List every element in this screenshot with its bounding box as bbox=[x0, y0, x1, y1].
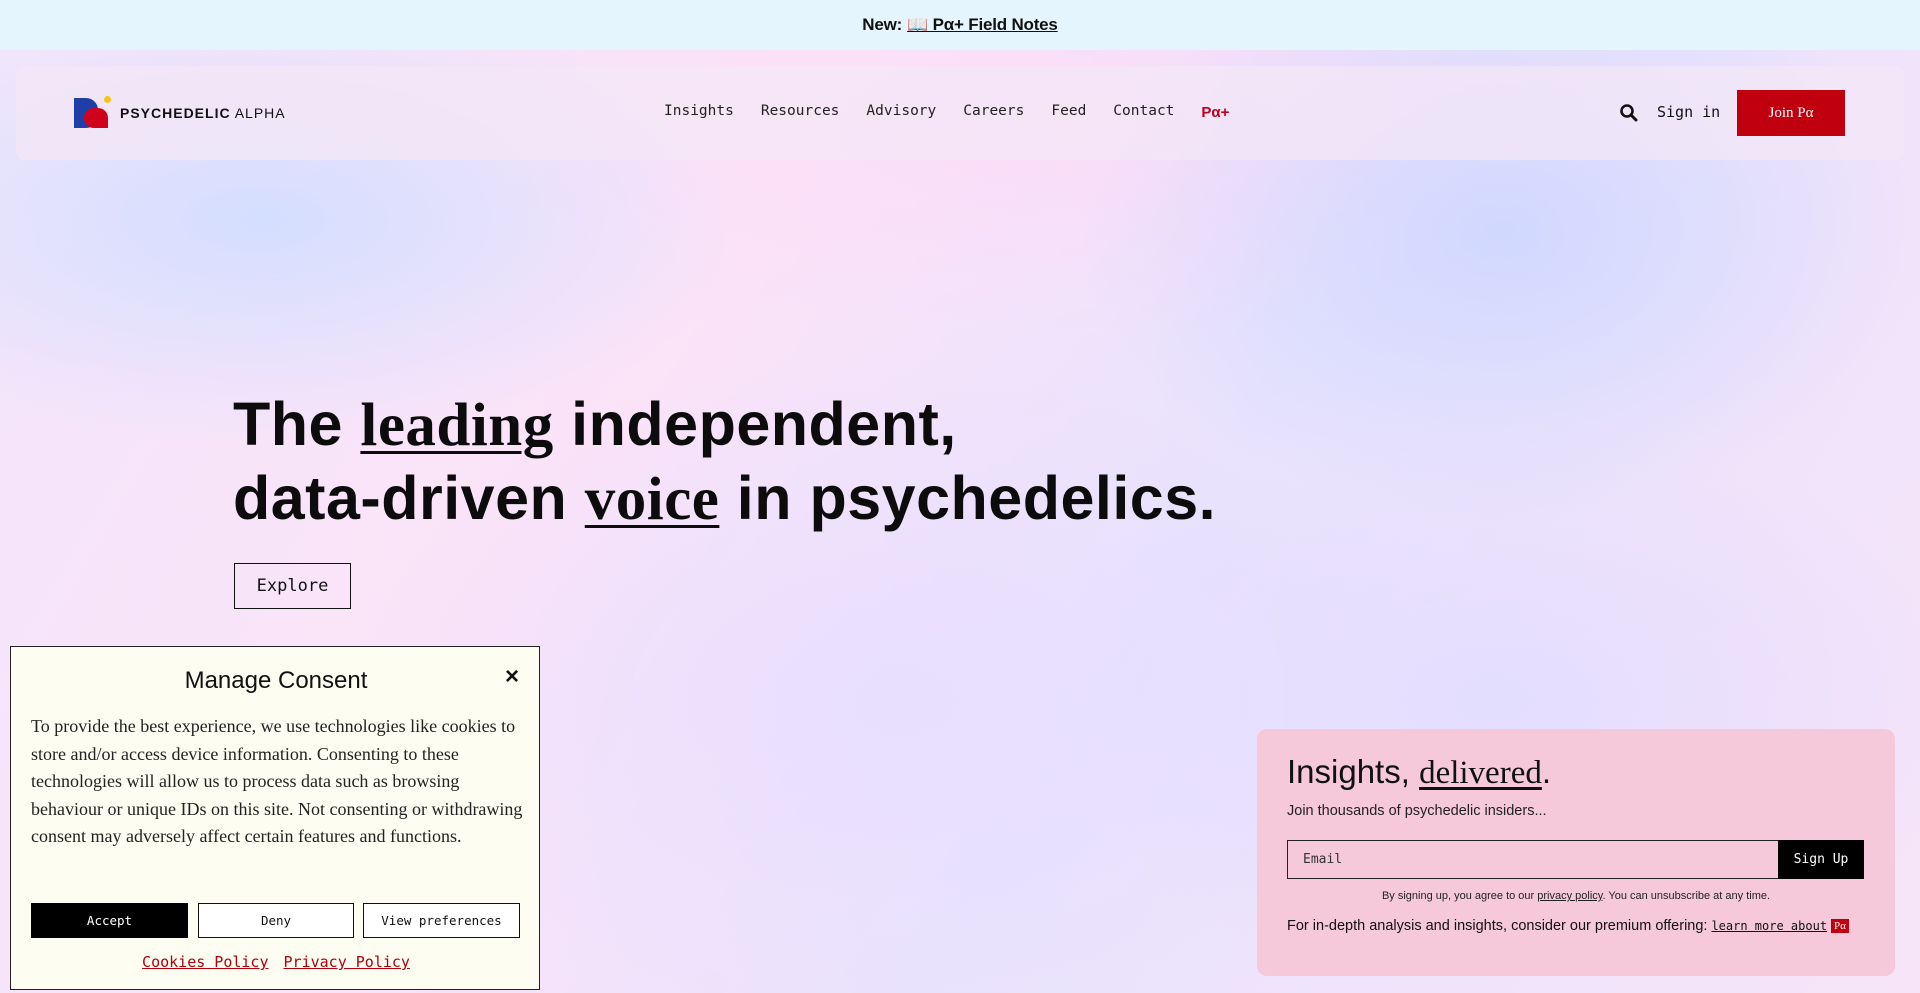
announcement-link[interactable]: 📖 Pα+ Field Notes bbox=[907, 15, 1058, 35]
hero-headline: The leading independent, data-driven voi… bbox=[233, 388, 1333, 536]
announcement-bar: New: 📖 Pα+ Field Notes bbox=[0, 0, 1920, 50]
nav-advisory[interactable]: Advisory bbox=[866, 103, 936, 121]
close-icon[interactable]: × bbox=[501, 665, 523, 689]
privacy-policy-link[interactable]: Privacy Policy bbox=[284, 953, 410, 971]
newsletter-title-em: delivered bbox=[1419, 755, 1542, 791]
nav-contact[interactable]: Contact bbox=[1113, 103, 1174, 121]
logo-mark bbox=[74, 96, 112, 130]
fine-print-post: . You can unsubscribe at any time. bbox=[1602, 890, 1771, 902]
nav-insights[interactable]: Insights bbox=[664, 103, 734, 121]
accept-button[interactable]: Accept bbox=[31, 903, 188, 938]
newsletter-card: Insights, delivered. Join thousands of p… bbox=[1257, 729, 1895, 976]
search-icon[interactable] bbox=[1618, 102, 1640, 124]
deny-button[interactable]: Deny bbox=[198, 903, 354, 938]
consent-title: Manage Consent bbox=[184, 667, 368, 694]
hero-line2-pre: data-driven bbox=[233, 464, 585, 532]
consent-dialog: Manage Consent × To provide the best exp… bbox=[10, 646, 540, 990]
sign-in-link[interactable]: Sign in bbox=[1657, 103, 1720, 121]
nav-resources[interactable]: Resources bbox=[761, 103, 840, 121]
premium-text: For in-depth analysis and insights, cons… bbox=[1287, 918, 1708, 934]
hero-line1-post: independent, bbox=[553, 390, 957, 458]
logo-text-light: ALPHA bbox=[234, 105, 286, 121]
view-preferences-button[interactable]: View preferences bbox=[363, 903, 520, 938]
newsletter-subtitle: Join thousands of psychedelic insiders..… bbox=[1287, 803, 1547, 819]
learn-more-link[interactable]: learn more about bbox=[1711, 919, 1827, 933]
premium-offer: For in-depth analysis and insights, cons… bbox=[1287, 918, 1849, 934]
hero-line1-pre: The bbox=[233, 390, 361, 458]
join-button[interactable]: Join Pα bbox=[1737, 90, 1845, 136]
explore-button[interactable]: Explore bbox=[234, 563, 351, 609]
pa-badge[interactable]: Pα bbox=[1831, 919, 1849, 933]
nav-careers[interactable]: Careers bbox=[963, 103, 1024, 121]
announcement-prefix: New: bbox=[862, 15, 903, 34]
main-nav: Insights Resources Advisory Careers Feed… bbox=[664, 103, 1256, 121]
hero-line2-post: in psychedelics. bbox=[719, 464, 1217, 532]
logo-text: PSYCHEDELIC ALPHA bbox=[120, 105, 286, 121]
email-field[interactable] bbox=[1287, 840, 1779, 879]
newsletter-title-post: . bbox=[1541, 753, 1552, 790]
hero-leading-word: leading bbox=[360, 392, 554, 459]
newsletter-fine-print: By signing up, you agree to our privacy … bbox=[1257, 890, 1895, 902]
newsletter-title-pre: Insights, bbox=[1287, 753, 1420, 790]
newsletter-title: Insights, delivered. bbox=[1287, 753, 1551, 792]
hero-voice-word: voice bbox=[584, 466, 720, 533]
sign-up-button[interactable]: Sign Up bbox=[1778, 840, 1864, 879]
logo-text-bold: PSYCHEDELIC bbox=[120, 105, 231, 121]
fine-print-pre: By signing up, you agree to our bbox=[1381, 890, 1538, 902]
nav-feed[interactable]: Feed bbox=[1051, 103, 1086, 121]
cookies-policy-link[interactable]: Cookies Policy bbox=[142, 953, 268, 971]
logo[interactable]: PSYCHEDELIC ALPHA bbox=[74, 96, 286, 130]
fine-print-privacy-link[interactable]: privacy policy bbox=[1537, 890, 1602, 902]
consent-links: Cookies Policy Privacy Policy bbox=[11, 953, 541, 971]
consent-body: To provide the best experience, we use t… bbox=[31, 716, 523, 846]
nav-pa-plus[interactable]: Pα+ bbox=[1201, 104, 1229, 121]
site-header: PSYCHEDELIC ALPHA Insights Resources Adv… bbox=[16, 66, 1904, 160]
